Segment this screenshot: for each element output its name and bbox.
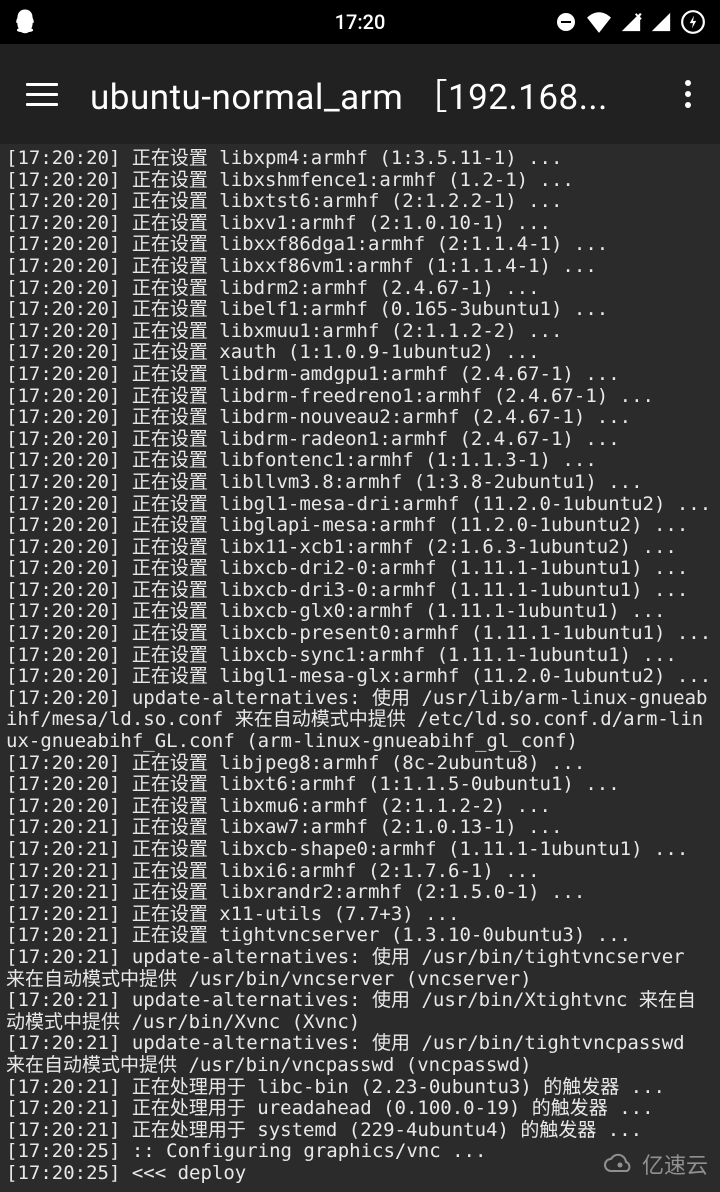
signal-icon: [650, 11, 672, 33]
terminal-line: [17:20:25] :: Configuring graphics/vnc .…: [6, 1141, 714, 1163]
terminal-line: [17:20:21] update-alternatives: 使用 /usr/…: [6, 990, 714, 1033]
terminal-line: [17:20:21] 正在设置 libxcb-shape0:armhf (1.1…: [6, 839, 714, 861]
status-right: [554, 9, 706, 35]
terminal-line: [17:20:20] 正在设置 libelf1:armhf (0.165-3ub…: [6, 299, 714, 321]
app-bar: ubuntu-normal_arm ［192.168...: [0, 44, 720, 144]
terminal-line: [17:20:20] 正在设置 libgl1-mesa-glx:armhf (1…: [6, 666, 714, 688]
terminal-line: [17:20:21] 正在设置 libxrandr2:armhf (2:1.5.…: [6, 882, 714, 904]
terminal-line: [17:20:20] 正在设置 libjpeg8:armhf (8c-2ubun…: [6, 753, 714, 775]
terminal-line: [17:20:20] 正在设置 libxmuu1:armhf (2:1.1.2-…: [6, 321, 714, 343]
terminal-line: [17:20:20] 正在设置 libxcb-dri3-0:armhf (1.1…: [6, 580, 714, 602]
terminal-line: [17:20:20] 正在设置 libxv1:armhf (2:1.0.10-1…: [6, 213, 714, 235]
terminal-line: [17:20:20] 正在设置 libxxf86vm1:armhf (1:1.1…: [6, 256, 714, 278]
terminal-line: [17:20:21] 正在设置 tightvncserver (1.3.10-0…: [6, 925, 714, 947]
terminal-line: [17:20:20] 正在设置 libgl1-mesa-dri:armhf (1…: [6, 494, 714, 516]
terminal-output[interactable]: [17:20:20] 正在设置 libxpm4:armhf (1:3.5.11-…: [0, 144, 720, 1192]
terminal-line: [17:20:20] 正在设置 libxcb-sync1:armhf (1.11…: [6, 645, 714, 667]
terminal-line: [17:20:21] 正在设置 libxi6:armhf (2:1.7.6-1)…: [6, 861, 714, 883]
status-left: [10, 7, 40, 37]
wifi-icon: [586, 11, 612, 33]
terminal-line: [17:20:21] 正在设置 libxaw7:armhf (2:1.0.13-…: [6, 817, 714, 839]
terminal-line: [17:20:20] 正在设置 libxt6:armhf (1:1.1.5-0u…: [6, 774, 714, 796]
terminal-line: [17:20:20] 正在设置 libdrm-amdgpu1:armhf (2.…: [6, 364, 714, 386]
terminal-line: [17:20:20] 正在设置 libglapi-mesa:armhf (11.…: [6, 515, 714, 537]
terminal-line: [17:20:20] 正在设置 libdrm-freedreno1:armhf …: [6, 386, 714, 408]
terminal-line: [17:20:21] update-alternatives: 使用 /usr/…: [6, 1033, 714, 1076]
terminal-line: [17:20:20] update-alternatives: 使用 /usr/…: [6, 688, 714, 753]
overflow-menu-button[interactable]: [664, 70, 712, 118]
status-time: 17:20: [335, 10, 386, 34]
terminal-line: [17:20:20] 正在设置 libdrm-nouveau2:armhf (2…: [6, 407, 714, 429]
terminal-line: [17:20:21] 正在处理用于 ureadahead (0.100.0-19…: [6, 1098, 714, 1120]
qq-icon: [10, 7, 40, 37]
terminal-line: [17:20:20] 正在设置 libxpm4:armhf (1:3.5.11-…: [6, 148, 714, 170]
menu-button[interactable]: [18, 70, 66, 118]
terminal-line: [17:20:20] 正在设置 libfontenc1:armhf (1:1.1…: [6, 450, 714, 472]
terminal-line: [17:20:20] 正在设置 libxshmfence1:armhf (1.2…: [6, 170, 714, 192]
terminal-line: [17:20:21] 正在设置 x11-utils (7.7+3) ...: [6, 904, 714, 926]
signal-no-data-icon: [620, 11, 642, 33]
terminal-line: [17:20:20] 正在设置 xauth (1:1.0.9-1ubuntu2)…: [6, 342, 714, 364]
dnd-icon: [554, 10, 578, 34]
terminal-line: [17:20:20] 正在设置 libxcb-glx0:armhf (1.11.…: [6, 601, 714, 623]
app-title: ubuntu-normal_arm ［192.168...: [90, 69, 664, 120]
terminal-line: [17:20:21] 正在处理用于 libc-bin (2.23-0ubuntu…: [6, 1077, 714, 1099]
terminal-line: [17:20:20] 正在设置 libxmu6:armhf (2:1.1.2-2…: [6, 796, 714, 818]
terminal-line: [17:20:20] 正在设置 libdrm2:armhf (2.4.67-1)…: [6, 278, 714, 300]
terminal-line: [17:20:21] 正在处理用于 systemd (229-4ubuntu4)…: [6, 1120, 714, 1142]
terminal-line: [17:20:25] <<< deploy: [6, 1163, 714, 1185]
terminal-line: [17:20:21] update-alternatives: 使用 /usr/…: [6, 947, 714, 990]
flash-circle-icon: [680, 9, 706, 35]
terminal-line: [17:20:20] 正在设置 libdrm-radeon1:armhf (2.…: [6, 429, 714, 451]
status-bar: 17:20: [0, 0, 720, 44]
terminal-line: [17:20:20] 正在设置 libx11-xcb1:armhf (2:1.6…: [6, 537, 714, 559]
terminal-line: [17:20:20] 正在设置 libllvm3.8:armhf (1:3.8-…: [6, 472, 714, 494]
terminal-line: [17:20:20] 正在设置 libxtst6:armhf (2:1.2.2-…: [6, 191, 714, 213]
terminal-line: [17:20:20] 正在设置 libxxf86dga1:armhf (2:1.…: [6, 234, 714, 256]
terminal-line: [17:20:20] 正在设置 libxcb-dri2-0:armhf (1.1…: [6, 558, 714, 580]
terminal-line: [17:20:20] 正在设置 libxcb-present0:armhf (1…: [6, 623, 714, 645]
